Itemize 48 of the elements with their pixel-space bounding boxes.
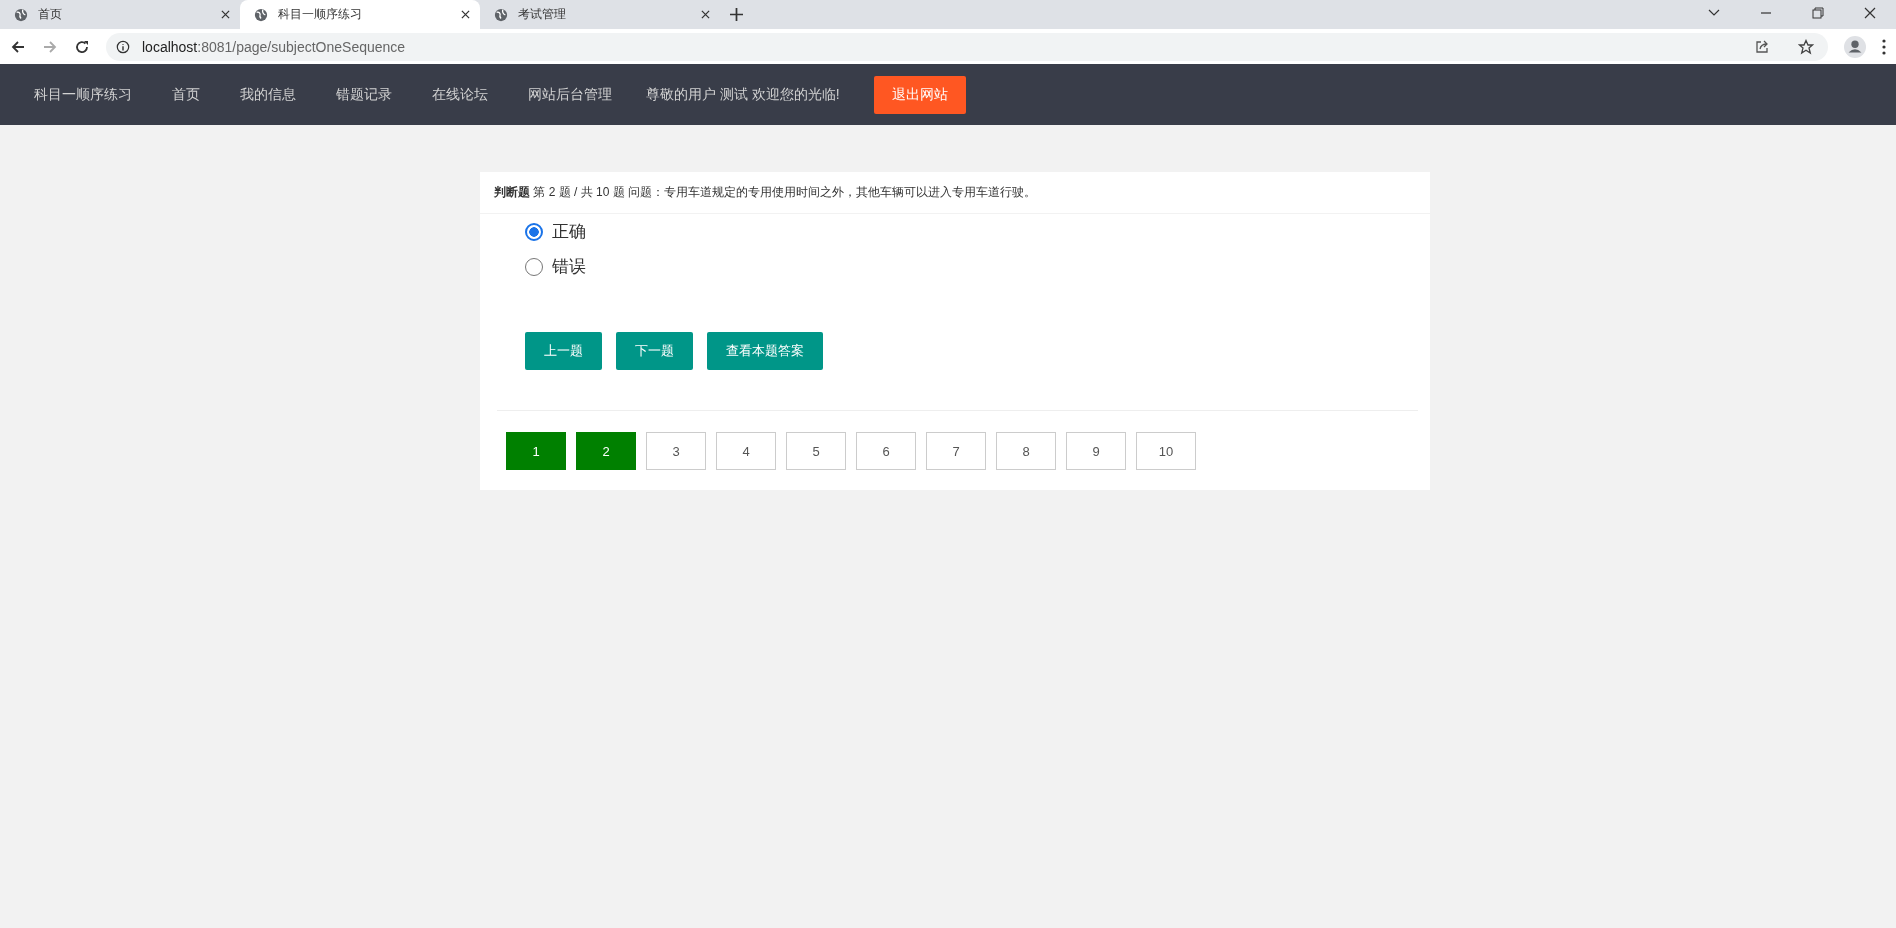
nav-link[interactable]: 科目一顺序练习 [34, 85, 132, 104]
menu-icon[interactable] [1882, 38, 1886, 55]
question-number-button[interactable]: 5 [786, 432, 846, 470]
back-icon[interactable] [10, 38, 26, 55]
action-button[interactable]: 查看本题答案 [707, 332, 823, 370]
tab-title: 科目一顺序练习 [278, 6, 363, 23]
globe-icon [254, 7, 268, 22]
question-number-button[interactable]: 1 [506, 432, 566, 470]
info-icon [116, 39, 130, 54]
address-bar[interactable]: localhost:8081/page/subjectOneSequence [106, 32, 1828, 61]
reload-icon[interactable] [74, 38, 90, 55]
option-label: 正确 [552, 221, 586, 243]
close-icon[interactable] [1864, 7, 1876, 19]
close-icon[interactable] [701, 10, 710, 19]
star-icon[interactable] [1798, 38, 1814, 55]
restore-icon[interactable] [1812, 7, 1824, 19]
nav-link[interactable]: 我的信息 [240, 85, 296, 104]
tab-title: 首页 [38, 6, 63, 23]
nav-link[interactable]: 错题记录 [336, 85, 392, 104]
question-number-button[interactable]: 10 [1136, 432, 1196, 470]
globe-icon [494, 7, 508, 22]
question-number-button[interactable]: 9 [1066, 432, 1126, 470]
close-icon[interactable] [461, 10, 470, 19]
new-tab-icon[interactable] [730, 8, 743, 21]
nav-link[interactable]: 网站后台管理 [528, 85, 612, 104]
nav-link[interactable]: 在线论坛 [432, 85, 488, 104]
greeting-text: 尊敬的用户 测试 欢迎您的光临! [646, 85, 840, 104]
radio-button[interactable] [525, 222, 543, 241]
question-number-button[interactable]: 3 [646, 432, 706, 470]
question-text: 判断题 第 2 题 / 共 10 题 问题：专用车道规定的专用使用时间之外，其他车辆可以进入专用车道行驶。 [494, 185, 1037, 199]
url-text: localhost:8081/page/subjectOneSequence [142, 38, 406, 55]
question-number-button[interactable]: 2 [576, 432, 636, 470]
nav-link[interactable]: 首页 [172, 85, 200, 104]
question-number-button[interactable]: 4 [716, 432, 776, 470]
action-button[interactable]: 下一题 [616, 332, 693, 370]
globe-icon [14, 7, 28, 22]
browser-tab[interactable]: 首页 [0, 0, 240, 29]
browser-tab[interactable]: 科目一顺序练习 [240, 0, 480, 29]
action-button[interactable]: 上一题 [525, 332, 602, 370]
question-number-button[interactable]: 7 [926, 432, 986, 470]
share-icon[interactable] [1754, 38, 1770, 55]
question-number-button[interactable]: 6 [856, 432, 916, 470]
option-label: 错误 [552, 256, 586, 278]
close-icon[interactable] [221, 10, 230, 19]
browser-tab[interactable]: 考试管理 [480, 0, 720, 29]
profile-icon[interactable] [1844, 35, 1866, 58]
question-number-button[interactable]: 8 [996, 432, 1056, 470]
tab-title: 考试管理 [518, 6, 567, 23]
